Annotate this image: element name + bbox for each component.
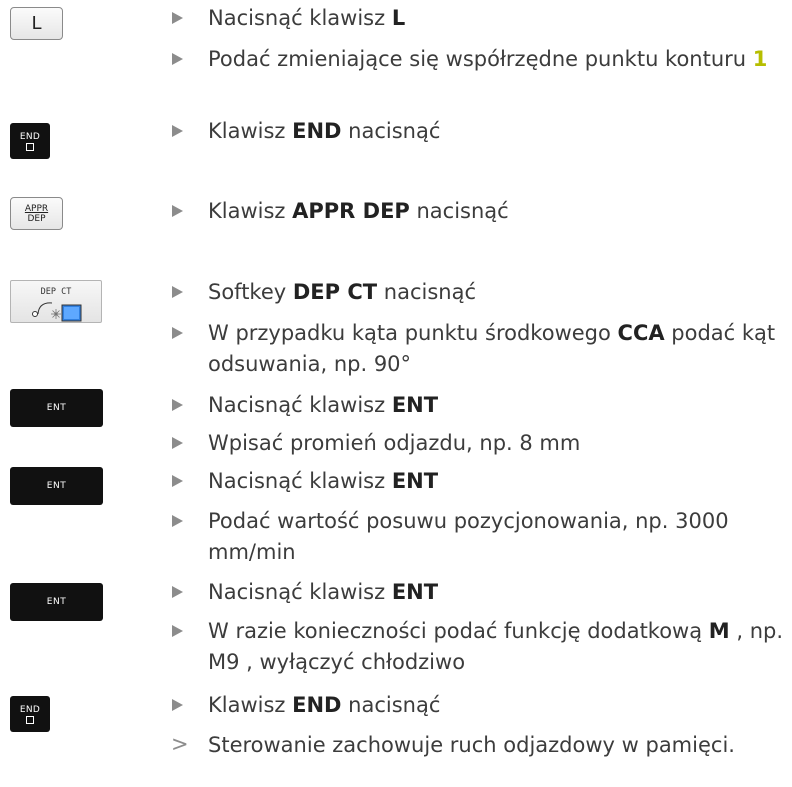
step-text: Wpisać promień odjazdu, np. 8 mm (208, 431, 581, 455)
bullet-arrow-icon (172, 699, 183, 711)
square-icon (26, 142, 34, 151)
l-key: L (10, 7, 63, 40)
step-text: W przypadku kąta punktu środkowego CCA p… (208, 321, 776, 376)
step-text: Klawisz APPR DEP nacisnąć (208, 199, 509, 223)
dep-ct-softkey: DEP CT (10, 280, 102, 323)
departure-arc-icon (32, 302, 82, 322)
ent-key-1: ENT (10, 389, 103, 427)
bullet-arrow-icon (172, 53, 183, 65)
bullet-arrow-icon (172, 286, 183, 298)
ent-key-label: ENT (46, 597, 67, 607)
step-text: Nacisnąć klawisz L (208, 6, 406, 30)
ent-key-3: ENT (10, 583, 103, 621)
bullet-arrow-icon (172, 12, 183, 24)
end-key: END (10, 123, 50, 159)
ent-key-label: ENT (46, 403, 67, 413)
bullet-arrow-icon (172, 586, 183, 598)
step-text: Klawisz END nacisnąć (208, 119, 441, 143)
bullet-arrow-icon (172, 475, 183, 487)
result-arrow-icon: > (171, 732, 189, 756)
step-text: Podać wartość posuwu pozycjonowania, np.… (208, 509, 729, 564)
bullet-arrow-icon (172, 437, 183, 449)
appr-dep-key: APPR DEP (10, 197, 63, 230)
step-text: Softkey DEP CT nacisnąć (208, 280, 476, 304)
bullet-arrow-icon (172, 625, 183, 637)
l-key-label: L (31, 13, 42, 34)
end-key-2: END (10, 696, 50, 732)
step-text: Nacisnąć klawisz ENT (208, 580, 439, 604)
appr-dep-key-top: APPR (24, 203, 49, 214)
appr-dep-key-bottom: DEP (27, 213, 46, 224)
square-icon (26, 715, 34, 724)
step-text: Nacisnąć klawisz ENT (208, 393, 439, 417)
bullet-arrow-icon (172, 399, 183, 411)
step-text: Nacisnąć klawisz ENT (208, 469, 439, 493)
step-text: W razie konieczności podać funkcję dodat… (208, 619, 784, 674)
step-text: Podać zmieniające się współrzędne punktu… (208, 47, 768, 71)
step-text: Klawisz END nacisnąć (208, 693, 441, 717)
bullet-arrow-icon (172, 515, 183, 527)
bullet-arrow-icon (172, 205, 183, 217)
ent-key-2: ENT (10, 467, 103, 505)
ent-key-label: ENT (46, 481, 67, 491)
end-key-label: END (19, 131, 41, 142)
end-key-label: END (19, 704, 41, 715)
bullet-arrow-icon (172, 125, 183, 137)
result-text: Sterowanie zachowuje ruch odjazdowy w pa… (208, 733, 735, 757)
bullet-arrow-icon (172, 327, 183, 339)
